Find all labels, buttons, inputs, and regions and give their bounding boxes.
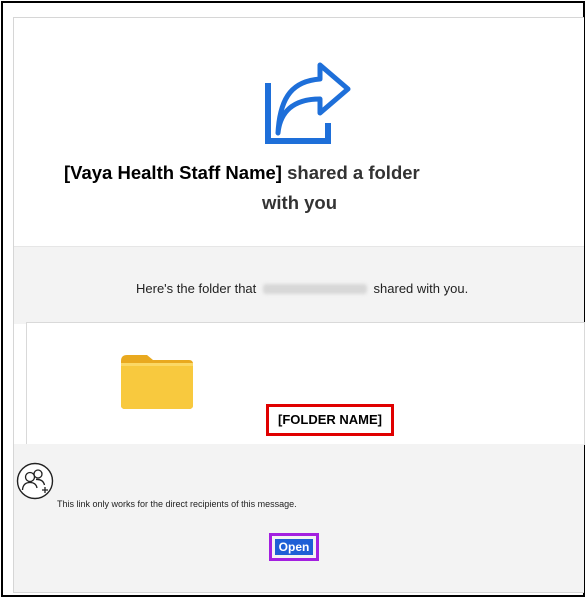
sender-name: [Vaya Health Staff Name] xyxy=(64,162,282,183)
folder-name[interactable]: [FOLDER NAME] xyxy=(266,404,394,436)
recipient-notice: This link only works for the direct reci… xyxy=(57,499,297,509)
message-prefix: Here's the folder that xyxy=(136,281,257,296)
footer-section: This link only works for the direct reci… xyxy=(14,444,584,592)
message-suffix: shared with you. xyxy=(373,281,469,296)
open-highlight: Open xyxy=(269,533,319,561)
open-button[interactable]: Open xyxy=(275,539,313,555)
message-band: Here's the folder that shared with you. xyxy=(14,246,584,324)
title-line2: with you xyxy=(262,192,338,213)
email-frame: [Vaya Health Staff Name] shared a folder… xyxy=(1,1,585,597)
people-add-icon xyxy=(16,462,54,500)
title-text: shared a folder xyxy=(287,162,420,183)
share-notification-card: [Vaya Health Staff Name] shared a folder… xyxy=(13,17,585,593)
redacted-sender-name xyxy=(262,284,367,294)
folder-panel[interactable]: [FOLDER NAME] xyxy=(26,322,585,445)
message-text: Here's the folder that shared with you. xyxy=(136,281,468,296)
folder-icon xyxy=(121,355,193,409)
share-arrow-icon xyxy=(265,62,351,144)
